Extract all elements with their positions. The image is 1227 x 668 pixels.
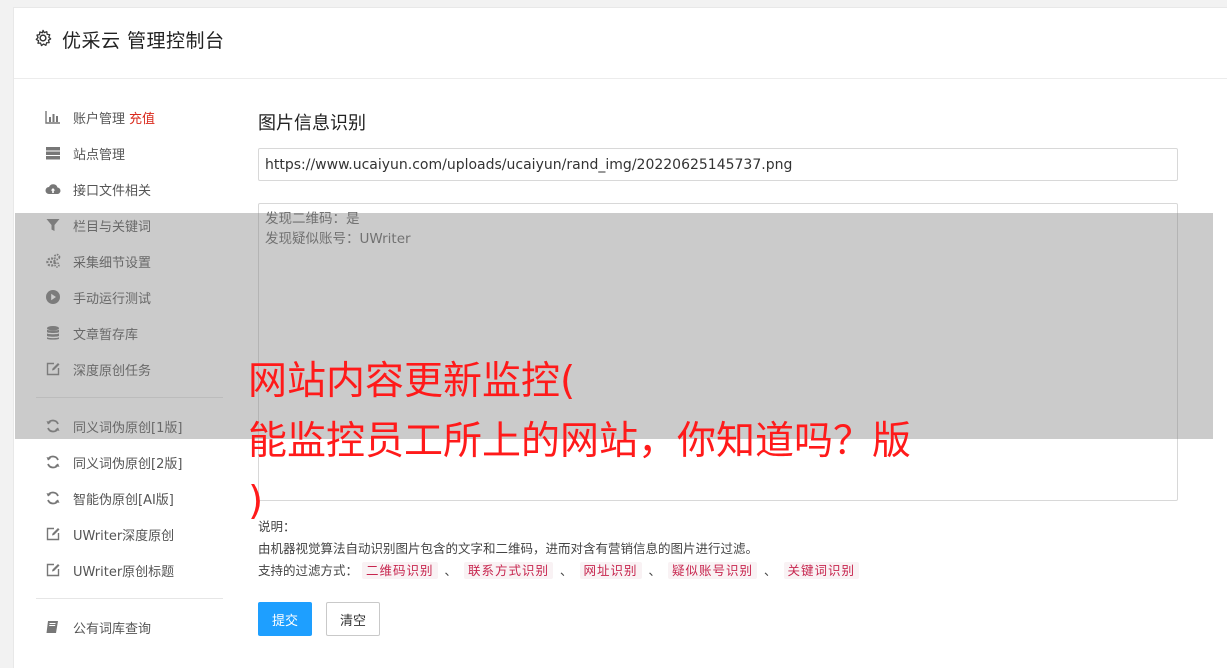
sidebar-item-label: UWriter原创标题 (73, 564, 175, 580)
cloud-upload-icon (44, 181, 62, 197)
recharge-link[interactable]: 充值 (129, 108, 155, 127)
filter-methods: 支持的过滤方式： 二维码识别 、 联系方式识别 、 网址识别 、 疑似账号识别 … (258, 560, 1178, 582)
section-title: 图片信息识别 (258, 113, 366, 134)
bar-chart-icon (44, 109, 62, 125)
sidebar-item-public-lexicon[interactable]: 公有词库查询 (44, 617, 224, 637)
filter-tag: 网址识别 (579, 562, 642, 579)
gear-icon (35, 29, 52, 47)
app-title: 优采云 管理控制台 (62, 30, 225, 52)
filter-tag: 联系方式识别 (464, 562, 554, 579)
sidebar-item-label: 智能伪原创[AI版] (73, 492, 174, 508)
sidebar-item-label: 同义词伪原创[2版] (73, 456, 183, 472)
clear-button[interactable]: 清空 (326, 602, 380, 636)
tag-separator: 、 (560, 563, 573, 578)
sidebar-item-label: UWriter深度原创 (73, 528, 175, 544)
book-icon (44, 619, 62, 635)
sidebar-item-api-files[interactable]: 接口文件相关 (44, 179, 224, 199)
server-icon (44, 145, 62, 161)
edit-icon (44, 562, 62, 578)
filter-label: 支持的过滤方式： (258, 563, 359, 578)
edit-icon (44, 526, 62, 542)
sidebar-item-synonym-v2[interactable]: 同义词伪原创[2版] (44, 452, 224, 472)
sidebar-item-label: 站点管理 (73, 147, 126, 163)
sidebar-item-uwriter-title[interactable]: UWriter原创标题 (44, 560, 224, 580)
sidebar-item-label: 接口文件相关 (73, 183, 152, 199)
image-url-input[interactable] (258, 148, 1178, 181)
submit-button[interactable]: 提交 (258, 602, 312, 636)
tag-separator: 、 (764, 563, 777, 578)
filter-tag: 二维码识别 (362, 562, 438, 579)
sidebar-item-sites[interactable]: 站点管理 (44, 143, 224, 163)
tag-separator: 、 (648, 563, 662, 578)
filter-tag: 疑似账号识别 (668, 562, 758, 579)
refresh-icon (44, 454, 62, 470)
overlay-line: 能监控员工所上的网站，你知道吗？版 (248, 419, 912, 464)
sidebar-item-uwriter-deep[interactable]: UWriter深度原创 (44, 524, 224, 544)
sidebar-item-ai-rewrite[interactable]: 智能伪原创[AI版] (44, 488, 224, 508)
sidebar-item-account[interactable]: 账户管理 充值 (44, 107, 224, 127)
sidebar-divider (36, 598, 223, 599)
sidebar-item-label: 账户管理 (73, 111, 126, 127)
page-header: 优采云 管理控制台 (14, 8, 1227, 79)
refresh-icon (44, 490, 62, 506)
sidebar-item-label: 公有词库查询 (73, 621, 152, 637)
desc-text: 由机器视觉算法自动识别图片包含的文字和二维码，进而对含有营销信息的图片进行过滤。 (258, 541, 759, 556)
overlay-line: ) (248, 479, 264, 524)
filter-tag: 关键词识别 (783, 562, 860, 579)
tag-separator: 、 (444, 563, 458, 578)
overlay-headline: 网站内容更新监控( 能监控员工所上的网站，你知道吗？版 ) (248, 352, 1008, 532)
overlay-line: 网站内容更新监控( (248, 359, 576, 404)
